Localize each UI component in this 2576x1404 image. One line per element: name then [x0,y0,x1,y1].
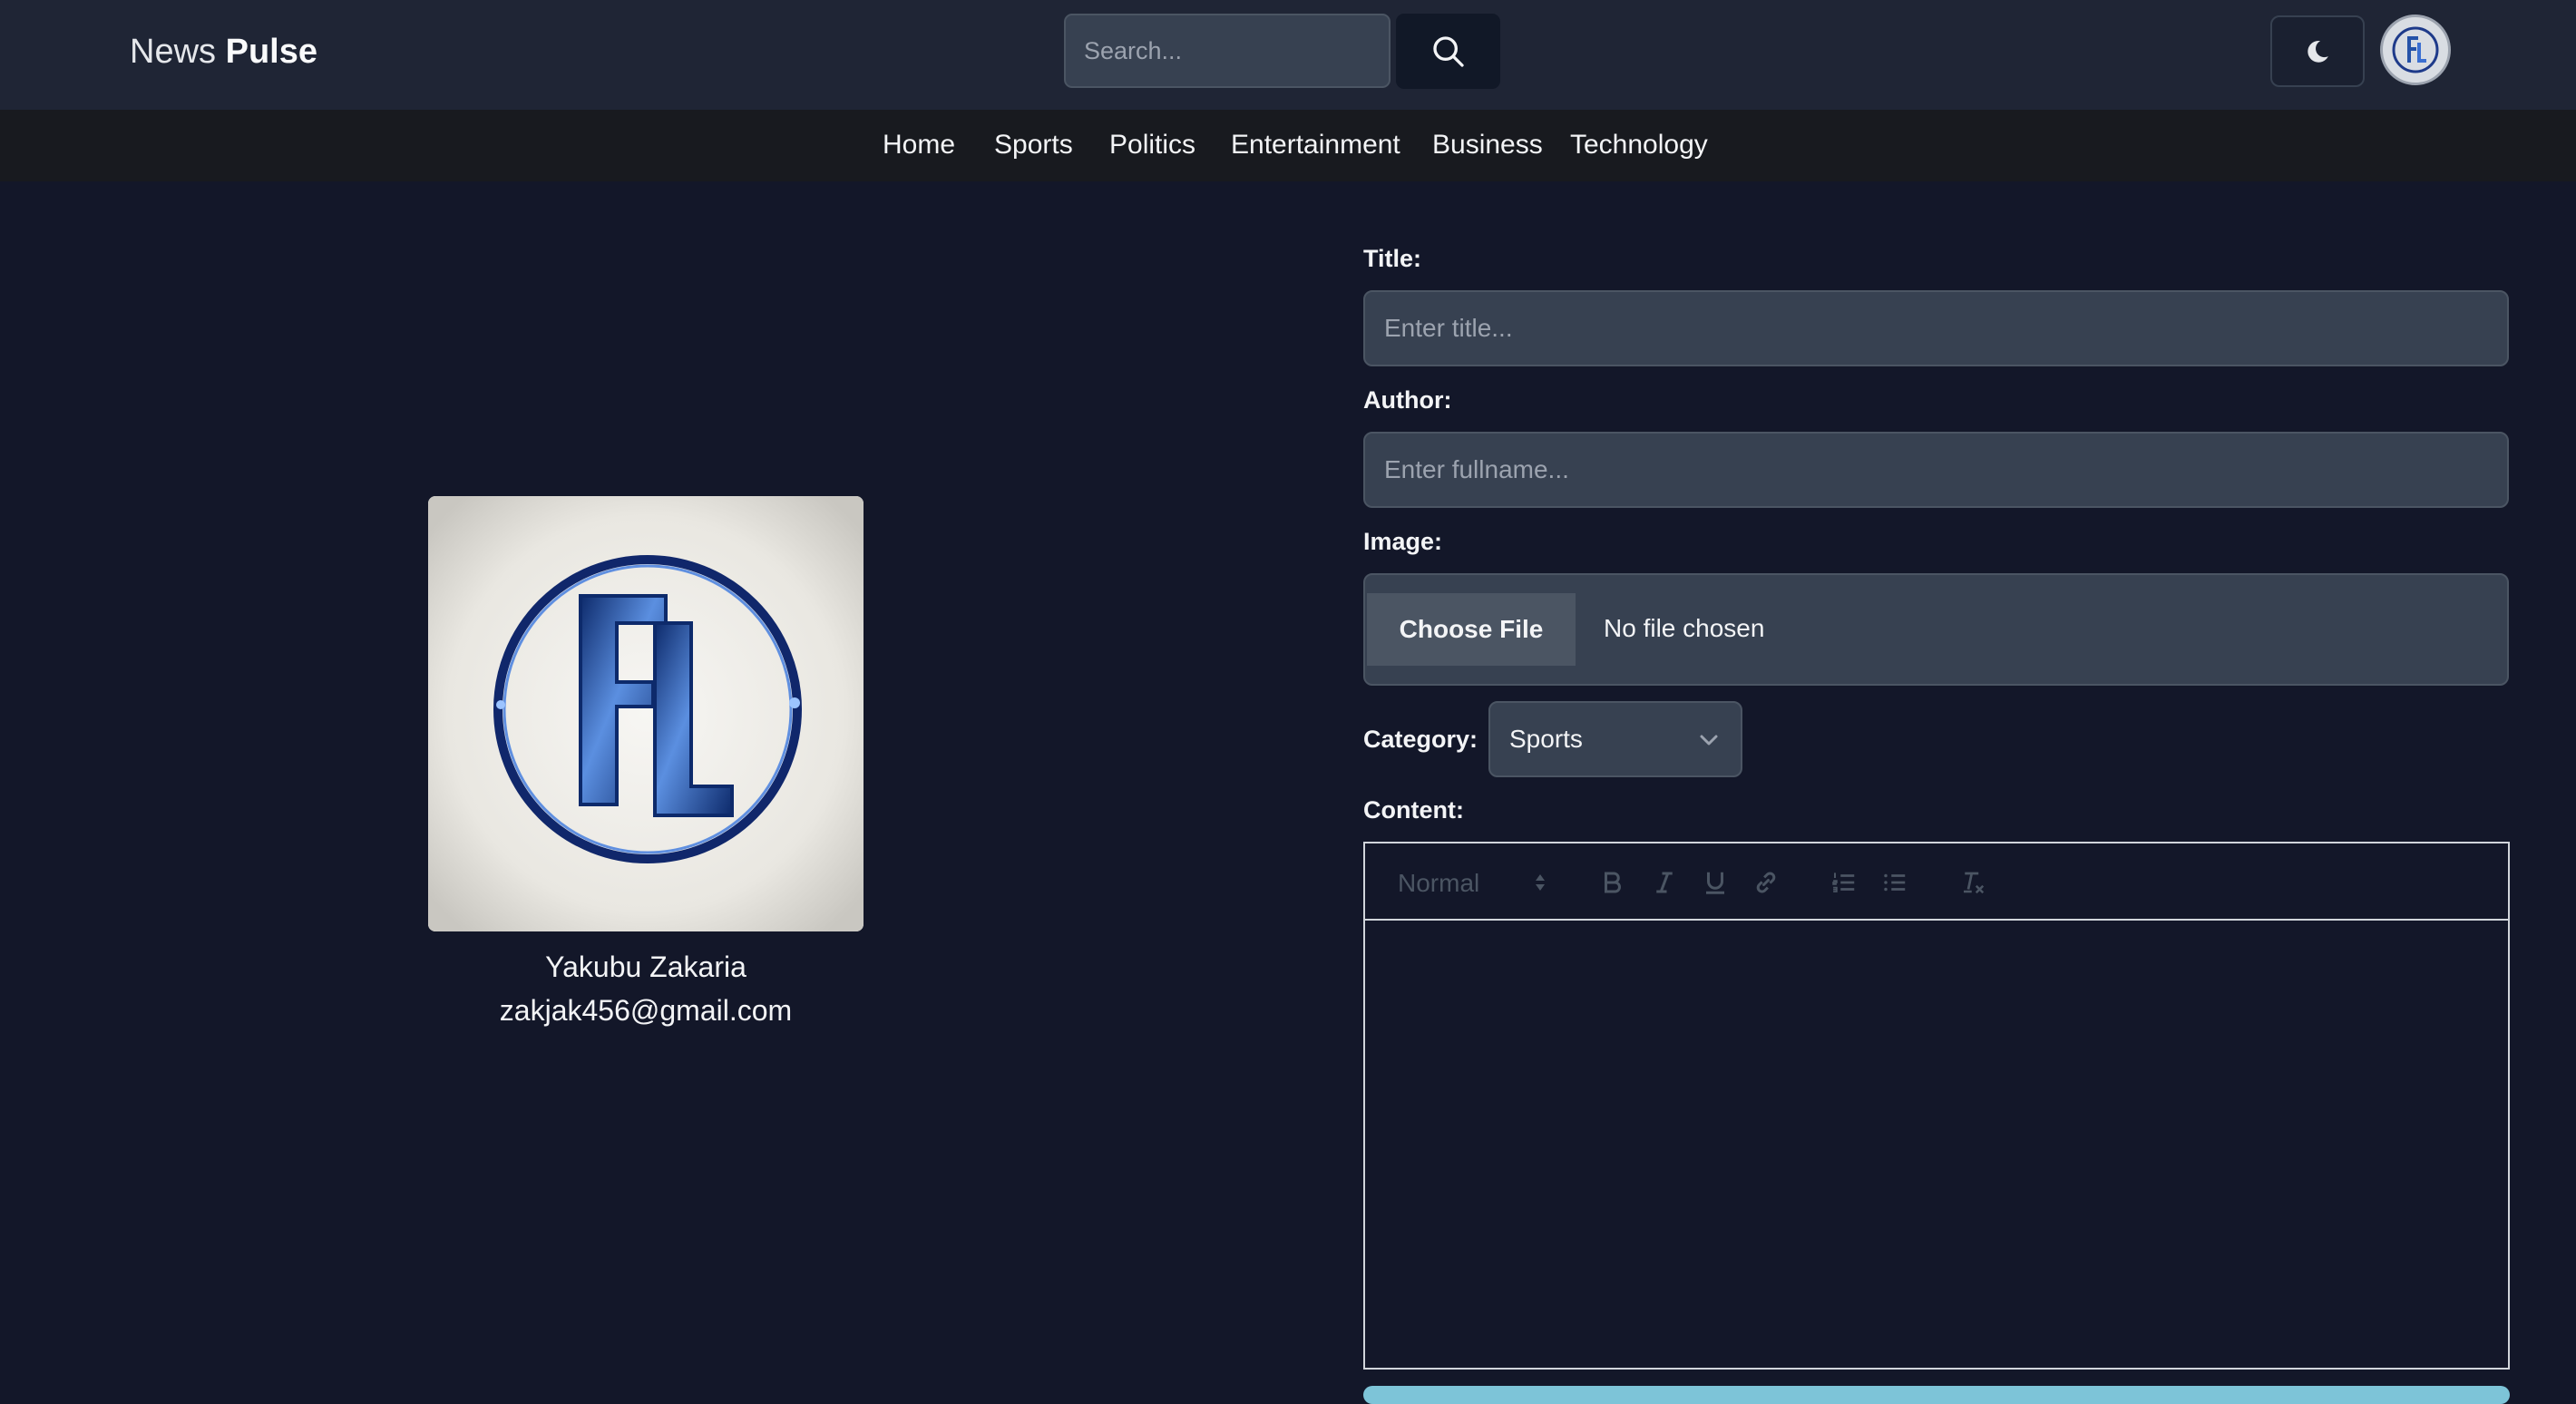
bullet-list-icon [1884,873,1906,892]
category-nav: Home Sports Politics Entertainment Busin… [0,110,2576,181]
underline-icon [1706,872,1724,894]
search-input[interactable] [1064,14,1390,88]
italic-button[interactable] [1648,866,1681,899]
content-label: Content: [1363,796,1464,824]
category-select[interactable]: Sports [1488,701,1742,777]
title-input[interactable] [1363,290,2509,366]
submit-button[interactable] [1363,1386,2510,1404]
bullet-list-button[interactable] [1878,866,1911,899]
category-label: Category: [1363,726,1478,753]
chevron-down-icon [1700,735,1718,746]
link-button[interactable] [1750,866,1782,899]
underline-button[interactable] [1699,866,1732,899]
brand-suffix: Pulse [225,33,317,71]
moon-icon [2308,40,2328,63]
italic-icon [1656,872,1673,893]
choose-file-button[interactable]: Choose File [1367,593,1576,666]
image-label: Image: [1363,528,1443,555]
file-status: No file chosen [1604,614,1765,642]
search-button[interactable] [1396,14,1500,89]
ordered-list-button[interactable] [1828,866,1860,899]
profile-email: zakjak456@gmail.com [499,994,793,1027]
sort-arrows-icon [1536,874,1545,891]
theme-toggle-button[interactable] [2270,15,2365,87]
content-editor[interactable] [1363,919,2510,1370]
editor-toolbar: Normal [1363,842,2510,921]
nav-item-entertainment[interactable]: Entertainment [1231,130,1400,161]
link-icon [1756,872,1776,893]
fl-logo-image [428,496,864,931]
nav-item-business[interactable]: Business [1432,130,1543,161]
brand-logo[interactable]: News Pulse [130,33,317,72]
image-file-input[interactable]: Choose File No file chosen [1363,573,2509,686]
profile-image [428,496,864,931]
top-header: News Pulse [0,0,2576,110]
author-label: Author: [1363,386,1452,414]
nav-item-home[interactable]: Home [883,130,955,161]
category-select-value: Sports [1509,725,1583,753]
title-label: Title: [1363,245,1422,272]
brand-prefix: News [130,33,217,71]
profile-name: Yakubu Zakaria [545,951,746,983]
search-icon [1432,35,1464,67]
clear-format-icon [1964,872,1985,894]
bold-button[interactable] [1596,866,1629,899]
bold-icon [1605,872,1621,893]
nav-item-sports[interactable]: Sports [994,130,1073,161]
heading-format-value: Normal [1398,869,1480,897]
fl-logo-icon [2392,26,2439,73]
nav-item-politics[interactable]: Politics [1109,130,1195,161]
user-avatar[interactable] [2380,15,2451,85]
clear-format-button[interactable] [1956,866,1989,899]
heading-format-select[interactable]: Normal [1398,869,1479,898]
author-input[interactable] [1363,432,2509,508]
nav-item-technology[interactable]: Technology [1570,130,1708,161]
ordered-list-icon [1832,873,1855,892]
